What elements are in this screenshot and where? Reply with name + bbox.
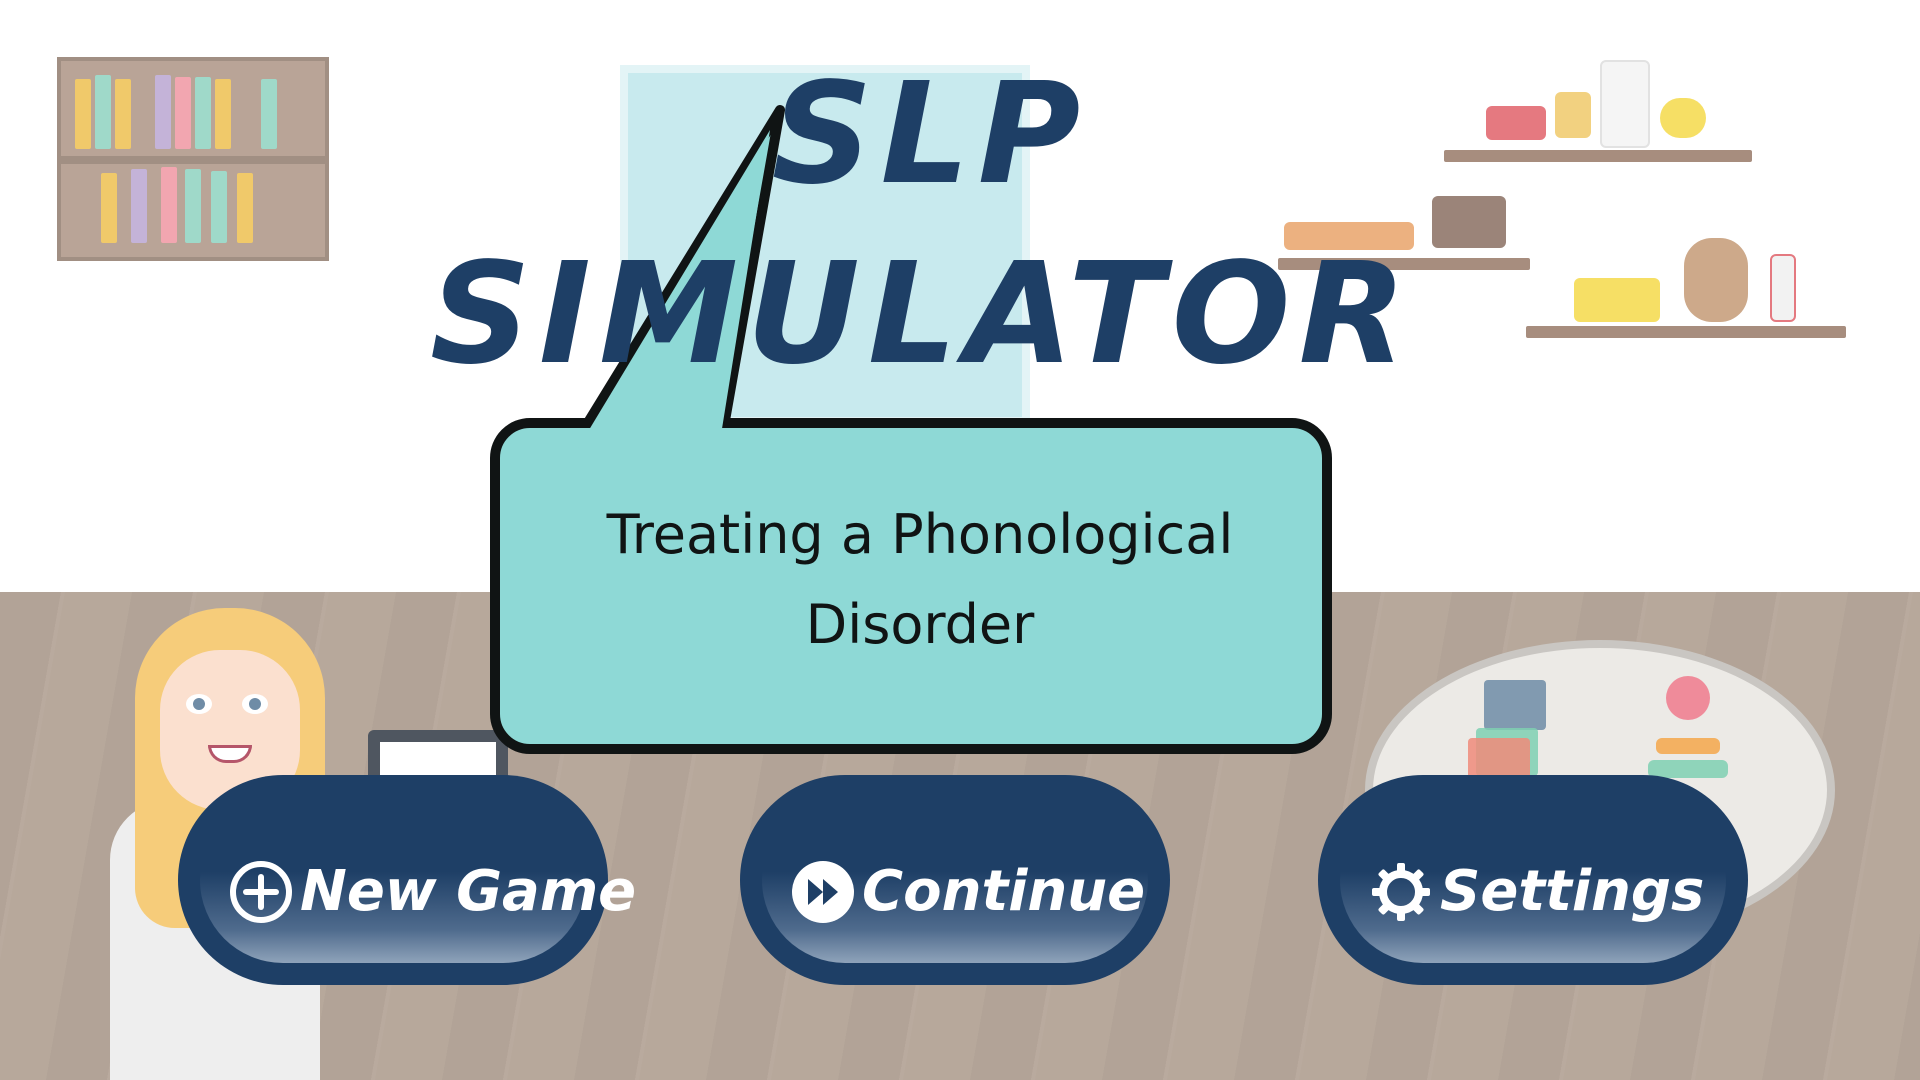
new-game-button[interactable]: New Game: [178, 775, 637, 985]
book: [215, 79, 231, 149]
gear-icon: [1372, 863, 1430, 921]
book: [155, 75, 171, 149]
book: [115, 79, 131, 149]
book: [95, 75, 111, 149]
game-subtitle: Treating a Phonological Disorder: [606, 503, 1234, 656]
settings-label: Settings: [1440, 859, 1705, 924]
stacking-rings-icon: [1666, 676, 1710, 720]
toy-rocket-icon: [1770, 254, 1796, 322]
book: [195, 77, 211, 149]
toy-bulldozer-icon: [1574, 278, 1660, 322]
settings-button[interactable]: Settings: [1318, 775, 1748, 985]
toy-blocks-icon: [1555, 92, 1591, 138]
teddy-bear-icon: [1684, 238, 1748, 322]
toy-boat-icon: [1432, 196, 1506, 248]
book: [131, 169, 147, 243]
bunny-toy-icon: [1600, 60, 1650, 148]
toy-cube-icon: [1484, 680, 1546, 730]
eye: [242, 694, 268, 714]
fast-forward-icon: [792, 861, 854, 923]
continue-label: Continue: [862, 859, 1146, 924]
wall-shelf: [1526, 326, 1846, 338]
book: [211, 171, 227, 243]
new-game-label: New Game: [300, 859, 637, 924]
book: [237, 173, 253, 243]
rubber-duck-icon: [1660, 98, 1706, 138]
book: [101, 173, 117, 243]
book: [75, 79, 91, 149]
book: [261, 79, 277, 149]
book: [185, 169, 201, 243]
bookshelf: [57, 57, 329, 261]
continue-button[interactable]: Continue: [740, 775, 1170, 985]
eye: [186, 694, 212, 714]
game-title-line2: SIMULATOR: [430, 233, 1415, 396]
book: [161, 167, 177, 243]
game-title-line1: SLP: [771, 53, 1089, 216]
toy-car-icon: [1486, 106, 1546, 140]
book: [175, 77, 191, 149]
wall-shelf: [1444, 150, 1752, 162]
plus-circle-icon: [230, 861, 292, 923]
